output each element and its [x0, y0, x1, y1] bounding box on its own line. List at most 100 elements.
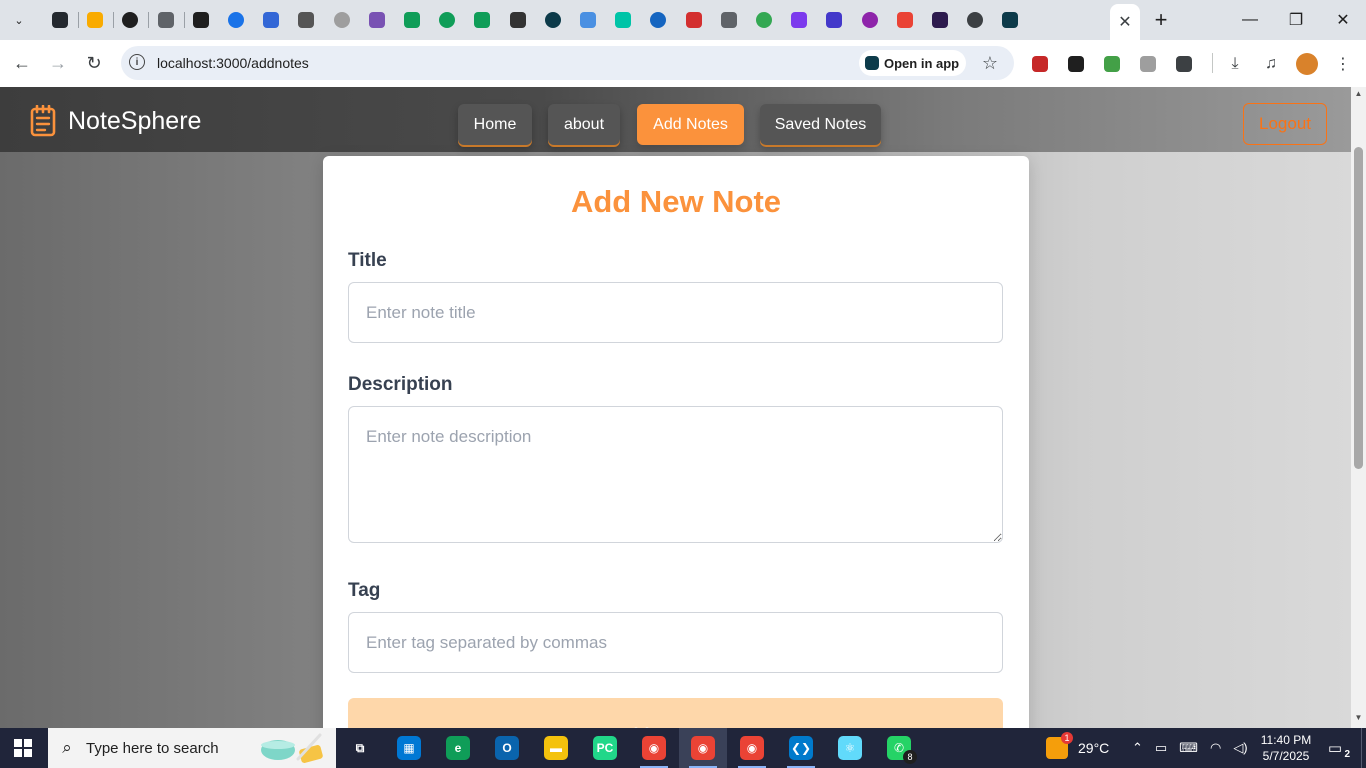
browser-menu-icon[interactable]: ⋮ — [1331, 52, 1355, 76]
scroll-down-arrow-icon[interactable]: ▼ — [1351, 713, 1366, 725]
weather-icon: 1 — [1046, 732, 1073, 759]
chrome-profile-icon[interactable]: ◉ — [679, 728, 727, 768]
pinned-tab[interactable] — [294, 8, 318, 32]
color-wheel-icon[interactable] — [1100, 52, 1124, 76]
pinned-tab[interactable] — [646, 8, 670, 32]
add-note-submit-button[interactable]: Add New Note — [348, 698, 1003, 728]
pinned-tab[interactable] — [259, 8, 283, 32]
pinned-tab[interactable] — [541, 8, 565, 32]
react-icon[interactable]: ⚛ — [826, 728, 874, 768]
battery-plug-icon[interactable]: ▭ — [1155, 740, 1167, 756]
new-tab-button[interactable]: + — [1148, 7, 1174, 32]
wifi-icon[interactable]: ◠ — [1210, 740, 1221, 756]
red-extension-icon[interactable] — [1028, 52, 1052, 76]
minimize-button[interactable]: — — [1236, 6, 1264, 34]
store-icon[interactable]: ▦ — [385, 728, 433, 768]
weather-badge: 1 — [1061, 732, 1073, 744]
pinned-tab[interactable] — [365, 8, 389, 32]
window-close-button[interactable]: ✕ — [1329, 6, 1357, 34]
show-desktop-button[interactable] — [1361, 728, 1366, 768]
pinned-tab[interactable] — [822, 8, 846, 32]
nav-link-about[interactable]: about — [548, 104, 620, 145]
volume-icon[interactable]: ◁) — [1233, 740, 1247, 756]
weather-widget[interactable]: 1 29°C — [1046, 728, 1109, 768]
nav-link-home[interactable]: Home — [458, 104, 532, 145]
logout-button[interactable]: Logout — [1243, 103, 1327, 145]
pinned-tab[interactable] — [154, 8, 178, 32]
pinned-tab[interactable] — [752, 8, 776, 32]
pinned-tab[interactable] — [717, 8, 741, 32]
title-input[interactable] — [348, 282, 1003, 343]
pinned-tab[interactable] — [330, 8, 354, 32]
notification-center-icon[interactable]: ▭ 2 — [1322, 736, 1350, 760]
media-control-icon[interactable]: ♫ — [1259, 52, 1283, 76]
app-grid-icon — [865, 56, 879, 70]
bookmark-star-icon[interactable]: ☆ — [978, 51, 1002, 75]
restore-button[interactable]: ❐ — [1282, 6, 1310, 34]
temperature: 29°C — [1078, 740, 1110, 756]
scroll-thumb[interactable] — [1354, 147, 1363, 469]
pinned-tab[interactable] — [224, 8, 248, 32]
pinned-tab[interactable] — [435, 8, 459, 32]
pinned-tab[interactable] — [470, 8, 494, 32]
edge-icon[interactable]: e — [434, 728, 482, 768]
open-in-app-button[interactable]: Open in app — [859, 50, 966, 76]
outlook-icon[interactable]: O — [483, 728, 531, 768]
tag-input[interactable] — [348, 612, 1003, 673]
reload-icon[interactable]: ↻ — [80, 49, 108, 77]
nav-link-add-notes[interactable]: Add Notes — [637, 104, 744, 145]
address-bar[interactable]: i localhost:3000/addnotes Open in app ☆ — [121, 46, 1014, 80]
taskbar-clock[interactable]: 11:40 PM 5/7/2025 — [1256, 732, 1316, 764]
pinned-tab[interactable] — [189, 8, 213, 32]
pinned-tab[interactable] — [963, 8, 987, 32]
page-viewport: NoteSphere Home about Add Notes Saved No… — [0, 87, 1351, 728]
chrome-glyph: ◉ — [642, 736, 666, 760]
nav-link-saved-notes[interactable]: Saved Notes — [760, 104, 881, 145]
pinned-tab[interactable] — [928, 8, 952, 32]
file-explorer-icon[interactable]: ▬ — [532, 728, 580, 768]
pinned-tab[interactable] — [858, 8, 882, 32]
start-button[interactable] — [0, 728, 46, 768]
puzzle-icon[interactable] — [1172, 52, 1196, 76]
pinned-tab[interactable] — [787, 8, 811, 32]
pinned-tab[interactable] — [998, 8, 1022, 32]
scroll-up-arrow-icon[interactable]: ▲ — [1351, 89, 1366, 101]
butterfly-icon — [510, 12, 526, 28]
touch-keyboard-icon[interactable]: ⌨ — [1179, 740, 1198, 756]
back-arrow-icon[interactable]: ← — [8, 49, 36, 77]
pinned-tab[interactable] — [576, 8, 600, 32]
tab-separator — [184, 12, 185, 28]
active-tab[interactable]: ✕ — [1110, 4, 1140, 40]
tab-search-chevron-icon[interactable]: ⌄ — [6, 8, 32, 32]
profile-avatar[interactable] — [1295, 52, 1319, 76]
url-text[interactable]: localhost:3000/addnotes — [157, 55, 309, 71]
pinned-tab[interactable] — [682, 8, 706, 32]
vscode-icon[interactable]: ❮❯ — [777, 728, 825, 768]
pinned-tab[interactable] — [506, 8, 530, 32]
tray-overflow-chevron-icon[interactable]: ⌃ — [1132, 740, 1143, 756]
pinned-tab[interactable] — [893, 8, 917, 32]
pinned-tab[interactable] — [400, 8, 424, 32]
camera-icon[interactable] — [1136, 52, 1160, 76]
check-icon — [791, 12, 807, 28]
whatsapp-icon[interactable]: ✆ 8 — [875, 728, 923, 768]
chrome-icon[interactable]: ◉ — [728, 728, 776, 768]
task-view-icon[interactable]: ⧉ — [336, 728, 384, 768]
pinned-tab[interactable] — [118, 8, 142, 32]
arrow-circle-icon — [826, 12, 842, 28]
notepad-icon — [30, 105, 56, 137]
brand[interactable]: NoteSphere — [30, 105, 201, 137]
downloads-icon[interactable]: ⤓ — [1223, 52, 1247, 76]
pinned-tab[interactable] — [48, 8, 72, 32]
pen-icon[interactable] — [1064, 52, 1088, 76]
pycharm-icon[interactable]: PC — [581, 728, 629, 768]
pinned-tab[interactable] — [83, 8, 107, 32]
tab-close-icon[interactable]: ✕ — [1118, 12, 1131, 32]
chrome-icon[interactable]: ◉ — [630, 728, 678, 768]
forward-arrow-icon[interactable]: → — [44, 49, 72, 77]
site-info-icon[interactable]: i — [129, 54, 145, 70]
description-textarea[interactable] — [348, 406, 1003, 543]
pinned-tab[interactable] — [611, 8, 635, 32]
taskbar-search-box[interactable]: ⌕ Type here to search — [48, 728, 336, 768]
page-scrollbar[interactable]: ▲ ▼ — [1351, 87, 1366, 728]
